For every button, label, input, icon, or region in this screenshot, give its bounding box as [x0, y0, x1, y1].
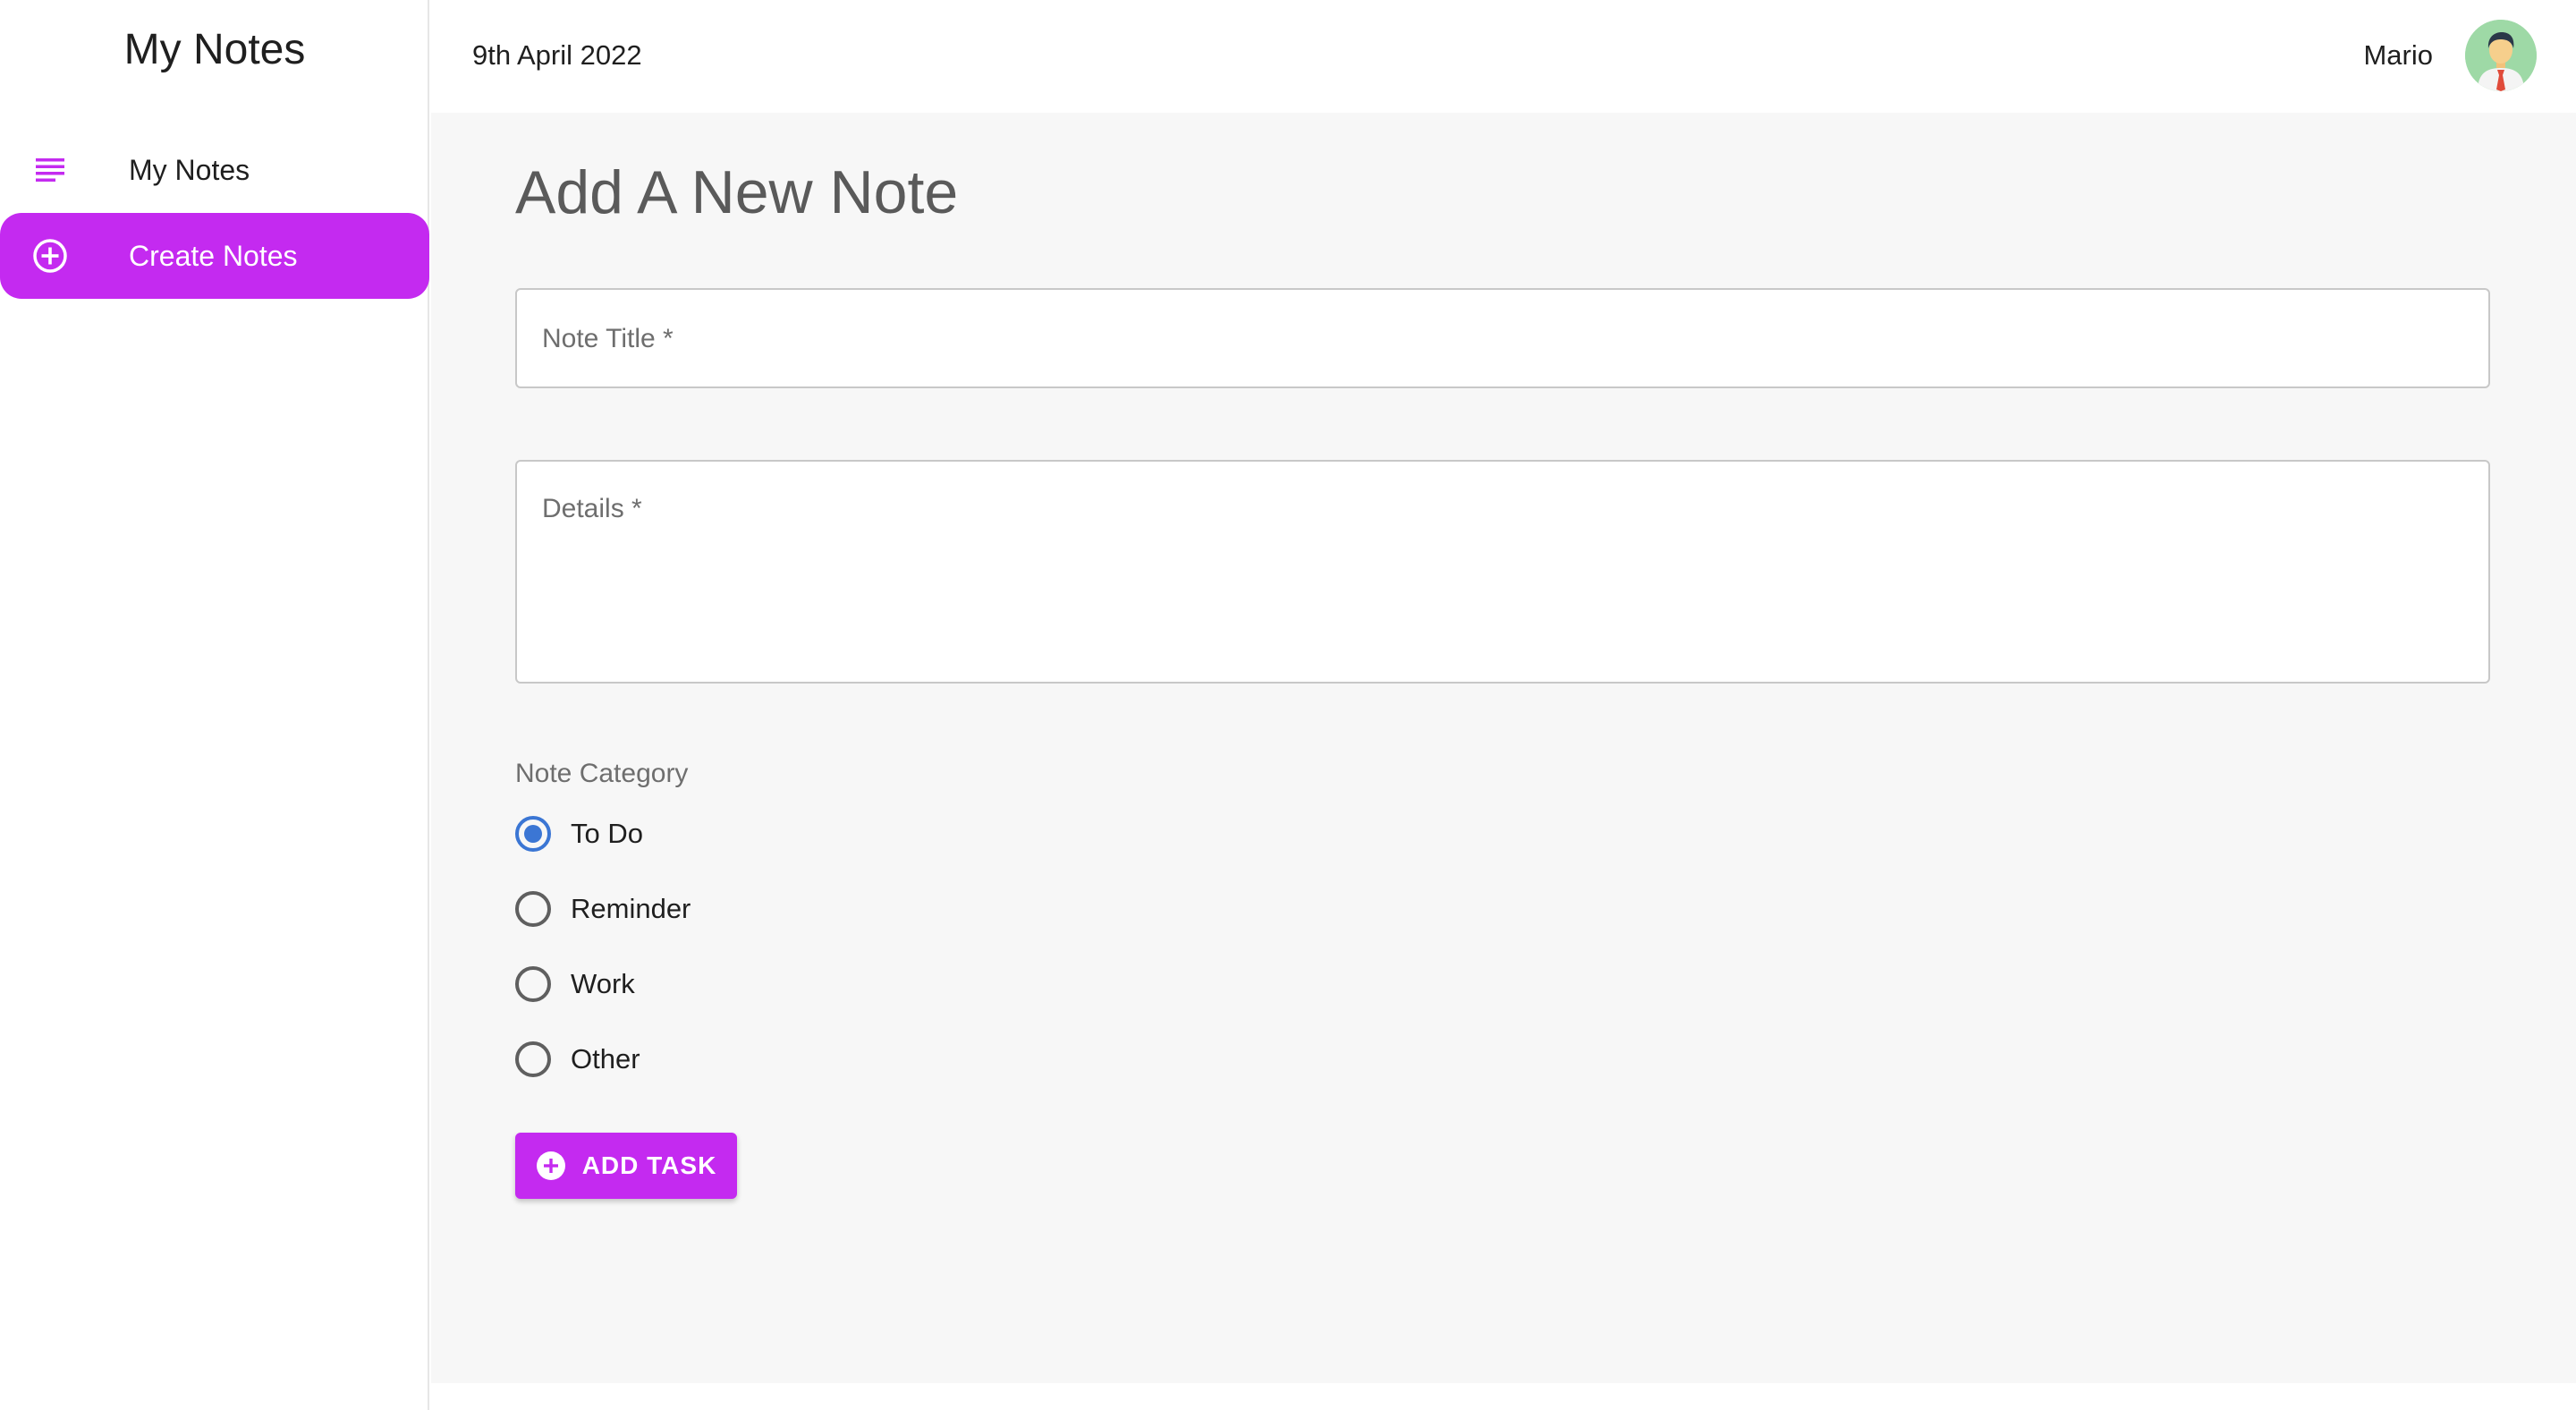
radio-label: Work: [571, 968, 635, 999]
app-title: My Notes: [123, 26, 306, 73]
add-task-button[interactable]: ADD TASK: [515, 1133, 737, 1199]
app-root: My Notes My Notes Create Notes 9th April…: [0, 0, 2576, 1410]
sidebar-item-create-notes[interactable]: Create Notes: [0, 213, 429, 299]
radio-unchecked-icon: [515, 891, 551, 927]
add-circle-icon: [32, 238, 68, 274]
user-name: Mario: [2363, 39, 2433, 71]
radio-unchecked-icon: [515, 1041, 551, 1077]
radio-option-other[interactable]: Other: [515, 1031, 640, 1088]
details-field[interactable]: Details *: [515, 460, 2490, 684]
note-title-field[interactable]: Note Title *: [515, 288, 2490, 388]
main-content: Add A New Note Note Title * Details * No…: [431, 113, 2576, 1383]
radio-label: Other: [571, 1043, 640, 1074]
sidebar-item-my-notes[interactable]: My Notes: [0, 127, 429, 213]
radio-option-work[interactable]: Work: [515, 956, 635, 1013]
current-date: 9th April 2022: [472, 39, 642, 71]
sidebar: My Notes My Notes Create Notes: [0, 0, 429, 1410]
radio-option-todo[interactable]: To Do: [515, 805, 643, 862]
sidebar-item-label: Create Notes: [129, 239, 298, 272]
radio-unchecked-icon: [515, 966, 551, 1002]
add-circle-icon: [536, 1151, 566, 1181]
radio-checked-icon: [515, 816, 551, 852]
details-placeholder: Details *: [542, 494, 642, 523]
top-bar: 9th April 2022 Mario: [431, 0, 2576, 113]
note-title-placeholder: Note Title *: [542, 324, 674, 353]
radio-label: To Do: [571, 818, 643, 849]
radio-label: Reminder: [571, 893, 691, 924]
sidebar-item-label: My Notes: [129, 153, 250, 186]
user-avatar-icon: [2465, 20, 2537, 91]
add-task-label: ADD TASK: [581, 1151, 717, 1179]
page-title: Add A New Note: [515, 158, 959, 226]
note-category-label: Note Category: [515, 759, 689, 788]
avatar[interactable]: [2465, 20, 2537, 91]
subject-icon: [32, 152, 68, 188]
radio-option-reminder[interactable]: Reminder: [515, 880, 691, 938]
